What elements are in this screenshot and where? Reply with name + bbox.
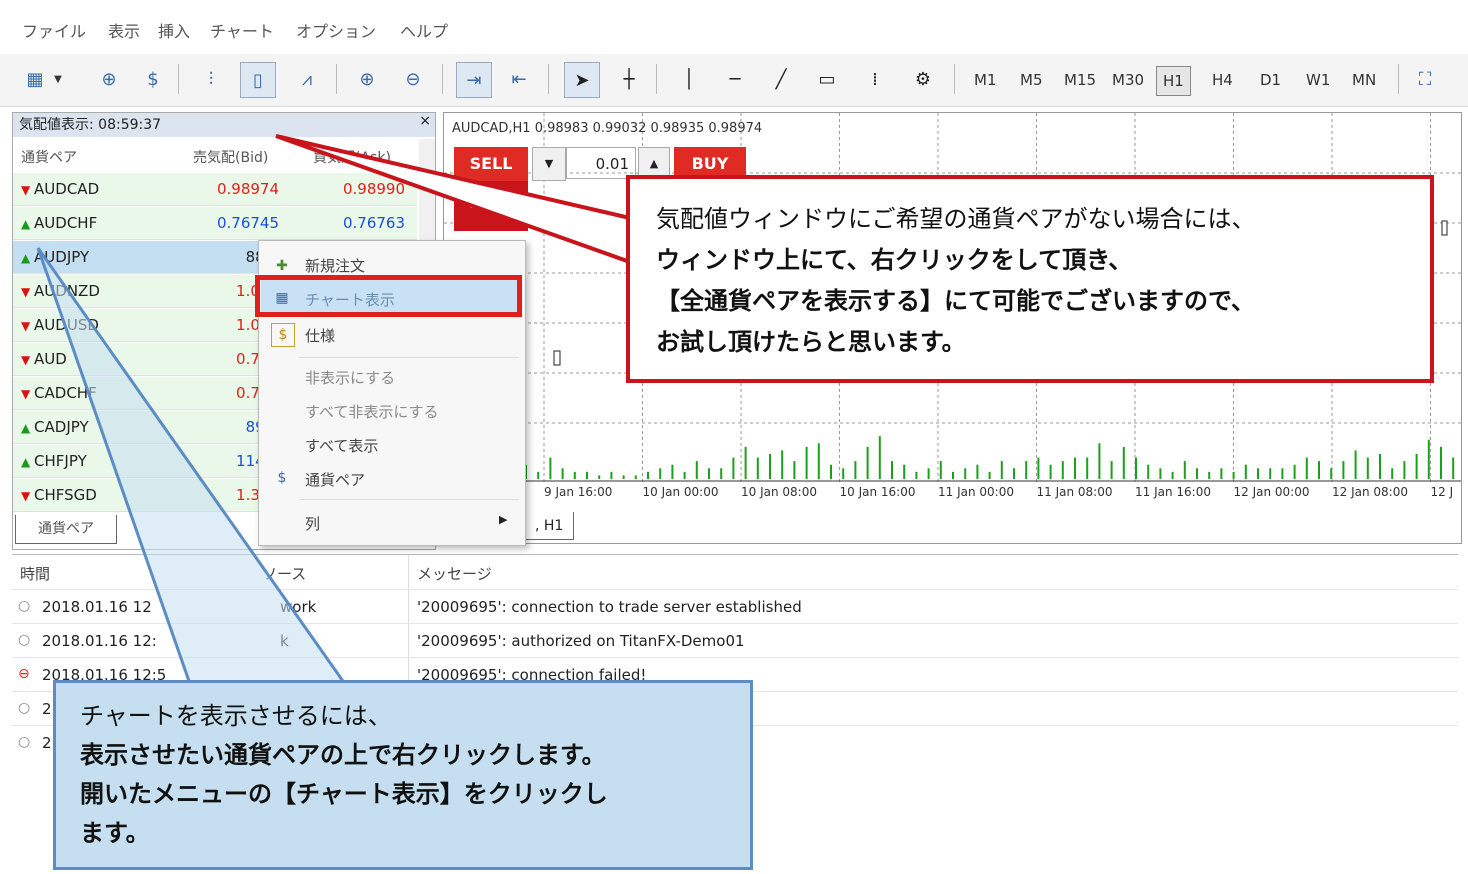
callout-bottom-line-4: ます。 — [80, 819, 150, 847]
callout-bottom: チャートを表示させるには、 表示させたい通貨ペアの上で右クリックします。 開いた… — [53, 680, 753, 870]
callout-bottom-pointer — [36, 247, 348, 686]
callout-bottom-line-2: 表示させたい通貨ペアの上で右クリックします。 — [80, 741, 606, 769]
callout-top-line-4: お試し頂けたらと思います。 — [656, 328, 966, 356]
callout-top-line-2: ウィンドウ上にて、右クリックをして頂き、 — [656, 246, 1133, 274]
callout-bottom-line-3: 開いたメニューの【チャート表示】をクリックし — [80, 780, 608, 808]
callout-top: 気配値ウィンドウにご希望の通貨ペアがない場合には、 ウィンドウ上にて、右クリック… — [626, 175, 1434, 383]
callout-top-pointer — [275, 134, 632, 265]
callout-top-line-3: 【全通貨ペアを表示する】にて可能でございますので、 — [656, 287, 1256, 315]
callout-bottom-line-1: チャートを表示させるには、 — [80, 702, 392, 730]
callout-top-line-1: 気配値ウィンドウにご希望の通貨ペアがない場合には、 — [656, 205, 1256, 233]
